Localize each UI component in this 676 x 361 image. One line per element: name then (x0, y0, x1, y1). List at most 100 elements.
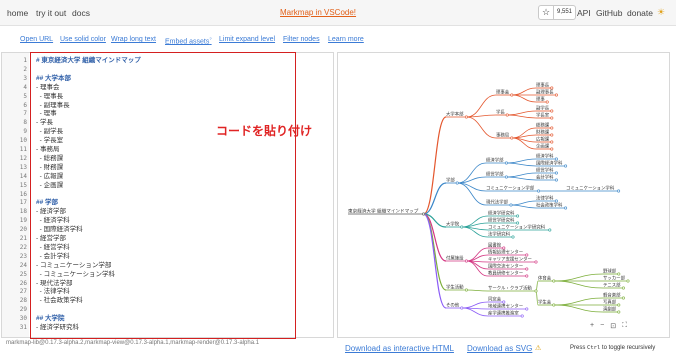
editor-line[interactable]: 5 - 理事長 (2, 92, 332, 101)
editor-line[interactable]: 22 - 経営学科 (2, 243, 332, 252)
mindmap-node-toggle[interactable] (550, 140, 554, 144)
mindmap-node-toggle[interactable] (502, 246, 506, 250)
mindmap-node-toggle[interactable] (552, 303, 556, 307)
mindmap-node-s2[interactable]: サークル・クラブ活動 (488, 285, 538, 293)
mindmap-node-kokusai[interactable]: 国際経済学科 (536, 160, 568, 168)
mindmap-node-toggle[interactable] (516, 221, 520, 225)
solid-color-link[interactable]: Use solid color (60, 36, 106, 43)
editor-line[interactable]: 7 - 理事 (2, 109, 332, 118)
filter-nodes-link[interactable]: Filter nodes (283, 36, 320, 43)
mindmap-node-toggle[interactable] (525, 267, 529, 271)
editor-line[interactable]: 26 - 現代法学部 (2, 279, 332, 288)
mindmap-node-keieigakubu[interactable]: 経営学部 (486, 171, 508, 179)
mindmap-node-c3[interactable]: 演劇部 (603, 306, 621, 314)
editor-line[interactable]: 27 - 法律学科 (2, 287, 332, 296)
mindmap-node-c1[interactable]: 軽音楽部 (603, 292, 625, 300)
mindmap-node-gakuchoshitsu[interactable]: 学長室 (536, 112, 554, 120)
mindmap-node-o3[interactable]: 産学連携推進室 (488, 310, 524, 318)
mindmap-node-toggle[interactable] (510, 136, 514, 140)
mindmap-node-b5[interactable]: 学生活動 (446, 284, 468, 292)
mindmap-node-toggle[interactable] (545, 100, 549, 104)
nav-home[interactable]: home (7, 8, 28, 18)
wrap-long-text-link[interactable]: Wrap long text (111, 36, 156, 43)
mindmap-node-toggle[interactable] (550, 126, 554, 130)
editor-line[interactable]: 25 - コミュニケーション学科 (2, 270, 332, 279)
mindmap-node-gs2[interactable]: 経営学研究科 (488, 217, 520, 225)
mindmap-node-toggle[interactable] (554, 199, 558, 203)
mindmap-node-shakai[interactable]: 社会政策学科 (536, 202, 568, 210)
mindmap-node-toggle[interactable] (550, 116, 554, 120)
learn-more-link[interactable]: Learn more (328, 36, 364, 43)
editor-line[interactable]: 21 - 経営学部 (2, 234, 332, 243)
editor-line[interactable]: 24 - コミュニケーション学部 (2, 261, 332, 270)
editor-line[interactable]: 19 - 経済学科 (2, 216, 332, 225)
mindmap-node-fukugakucho[interactable]: 副学長 (536, 105, 554, 113)
mindmap-node-commu[interactable]: コミュニケーション学科 (566, 185, 621, 193)
mindmap-node-riji[interactable]: 理事 (536, 96, 549, 104)
mindmap-node-toggle[interactable] (504, 175, 508, 179)
vscode-link[interactable]: Markmap in VSCode! (280, 8, 356, 17)
mindmap-node-toggle[interactable] (460, 225, 464, 229)
editor-line[interactable]: 3 ## 大学本部 (2, 74, 332, 83)
mindmap-node-toggle[interactable] (548, 228, 552, 232)
mindmap-node-b4[interactable]: 付属施設 (446, 255, 468, 263)
mindmap-node-toggle[interactable] (464, 259, 468, 263)
editor-line[interactable]: 28 - 社会政策学科 (2, 296, 332, 305)
mindmap-node-toggle[interactable] (554, 157, 558, 161)
mindmap-node-toggle[interactable] (617, 310, 621, 314)
mindmap-node-toggle[interactable] (509, 203, 513, 207)
mindmap-node-toggle[interactable] (564, 206, 568, 210)
mindmap-node-zaimu[interactable]: 財務課 (536, 129, 554, 137)
editor-line[interactable]: 2 (2, 65, 332, 74)
editor-line[interactable]: 4 - 理事会 (2, 83, 332, 92)
mindmap-node-f3[interactable]: キャリア支援センター (488, 256, 538, 264)
mindmap-node-jimukyoku[interactable]: 事務局 (496, 132, 514, 140)
editor-line[interactable]: 11 - 事務局 (2, 145, 332, 154)
mindmap-node-toggle[interactable] (464, 115, 468, 119)
mindmap-node-s1[interactable]: 体育会 (538, 275, 556, 283)
editor-line[interactable]: 16 (2, 190, 332, 199)
mindmap-node-toggle[interactable] (534, 289, 538, 293)
mindmap-node-toggle[interactable] (525, 274, 529, 278)
mindmap-node-sp1[interactable]: 野球部 (603, 268, 621, 276)
mindmap-node-s3[interactable]: 学生会 (538, 299, 556, 307)
mindmap-node-somu[interactable]: 総務課 (536, 122, 554, 130)
mindmap-node-toggle[interactable] (520, 314, 524, 318)
mindmap-node-gakucho[interactable]: 学長 (496, 109, 509, 117)
mindmap-node-f5[interactable]: 教員研修センター (488, 270, 529, 278)
mindmap-node-toggle[interactable] (626, 279, 630, 283)
mindmap-node-o2[interactable]: 地域連携センター (488, 303, 529, 311)
mindmap-node-toggle[interactable] (537, 189, 541, 193)
mindmap-node-fukurijicho[interactable]: 副理事長 (536, 89, 558, 97)
mindmap-node-root[interactable]: 東京経済大学 組織マインドマップ (348, 208, 426, 216)
editor-line[interactable]: 18 - 経済学部 (2, 207, 332, 216)
mindmap-node-keizai[interactable]: 経済学科 (536, 153, 558, 161)
editor-line[interactable]: 17 ## 学部 (2, 198, 332, 207)
mindmap-node-f4[interactable]: 国際交流センター (488, 263, 529, 271)
nav-github[interactable]: GitHub (596, 8, 622, 18)
zoom-out-icon[interactable]: − (600, 322, 604, 330)
mindmap-node-sp2[interactable]: サッカー部 (603, 275, 630, 283)
open-url-link[interactable]: Open URL (20, 36, 53, 43)
limit-expand-link[interactable]: Limit expand level (219, 36, 275, 43)
fit-icon[interactable]: ⊡ (610, 322, 616, 330)
mindmap-node-gs3[interactable]: コミュニケーション学研究科 (488, 224, 552, 232)
mindmap-node-toggle[interactable] (510, 93, 514, 97)
mindmap-node-gs1[interactable]: 経済学研究科 (488, 210, 520, 218)
editor-line[interactable]: 6 - 副理事長 (2, 101, 332, 110)
fullscreen-icon[interactable]: ⛶ (622, 322, 627, 330)
mindmap-node-rijicho[interactable]: 理事長 (536, 82, 554, 90)
nav-try-it-out[interactable]: try it out (36, 8, 66, 18)
mindmap-node-toggle[interactable] (554, 178, 558, 182)
mindmap-node-toggle[interactable] (550, 109, 554, 113)
mindmap-node-toggle[interactable] (534, 260, 538, 264)
mindmap-node-toggle[interactable] (460, 306, 464, 310)
mindmap-node-toggle[interactable] (617, 189, 621, 193)
nav-docs[interactable]: docs (72, 8, 90, 18)
mindmap-node-gs4[interactable]: 法学研究科 (488, 231, 515, 239)
mindmap-node-toggle[interactable] (550, 147, 554, 151)
nav-api[interactable]: API (577, 8, 591, 18)
mindmap-node-b3[interactable]: 大学院 (446, 221, 464, 229)
mindmap-node-toggle[interactable] (621, 296, 625, 300)
mindmap-node-toggle[interactable] (617, 303, 621, 307)
